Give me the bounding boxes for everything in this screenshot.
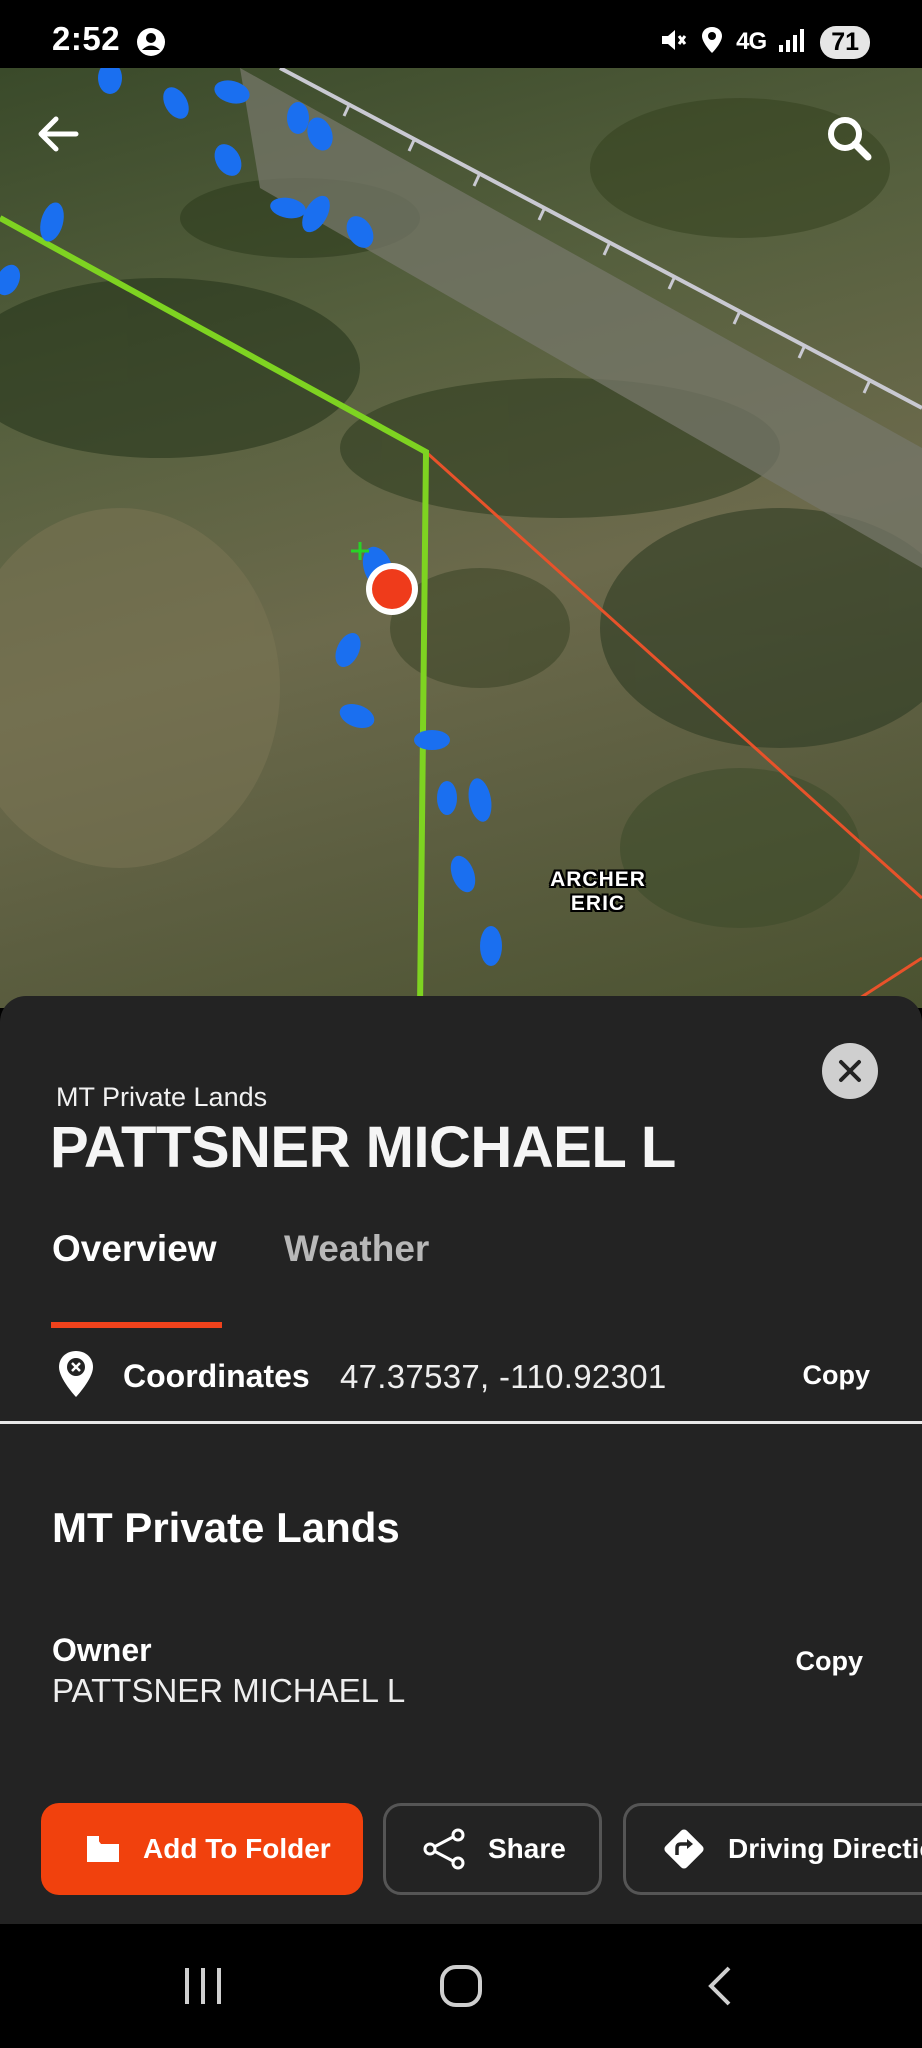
add-to-folder-button[interactable]: Add To Folder [41,1803,363,1895]
map-label-line-1: ARCHER [550,868,646,891]
back-nav-button[interactable] [680,1954,760,2018]
close-button[interactable] [822,1043,878,1099]
tab-weather[interactable]: Weather [284,1228,429,1270]
folder-icon [87,1836,119,1862]
share-label: Share [488,1833,566,1864]
parcel-details-sheet: MT Private Lands PATTSNER MICHAEL L Over… [0,996,922,1924]
owner-value: PATTSNER MICHAEL L [52,1672,406,1709]
location-icon [700,25,724,60]
map-label-line-2: ERIC [570,892,626,915]
coordinates-row: Coordinates 47.37537, -110.92301 Copy [0,1340,922,1418]
home-icon [440,1965,482,2007]
divider [0,1421,922,1424]
status-time: 2:52 [52,20,121,57]
parcel-layer-name: MT Private Lands [56,1082,268,1112]
search-button[interactable] [825,114,895,184]
coordinates-value: 47.37537, -110.92301 [340,1358,667,1395]
coordinates-label: Coordinates [123,1358,310,1394]
battery-indicator: 71 [820,25,870,59]
copy-coordinates-button[interactable]: Copy [803,1360,871,1391]
chevron-left-icon [708,1966,731,2006]
recent-apps-button[interactable] [163,1954,243,2018]
account-circle-icon [136,27,166,62]
driving-directions-label: Driving Directions [728,1833,922,1864]
tab-overview[interactable]: Overview [52,1228,217,1270]
section-title: MT Private Lands [52,1504,400,1551]
close-icon [839,1060,861,1082]
location-pin-icon [55,1348,97,1405]
arrow-left-icon [38,116,79,152]
back-button[interactable] [36,114,106,184]
network-type: 4G [736,28,767,55]
signal-icon [778,27,808,58]
navigation-bar [0,1924,922,2048]
home-button[interactable] [421,1954,501,2018]
mute-icon [658,25,688,60]
owner-label: Owner [52,1632,152,1668]
driving-directions-button[interactable]: Driving Directions [623,1803,922,1895]
share-button[interactable]: Share [383,1803,602,1895]
map-parcel-label: ARCHER ERIC [540,868,656,916]
map-view[interactable]: ARCHER ERIC [0,68,922,1008]
share-icon [423,1828,465,1870]
status-icons: 4G 71 [658,22,870,62]
copy-owner-button[interactable]: Copy [796,1646,864,1677]
map-overlay [0,68,922,1008]
tab-indicator [51,1322,222,1328]
parcel-owner-title: PATTSNER MICHAEL L [50,1115,676,1180]
directions-icon [664,1829,704,1869]
status-bar: 2:52 4G 71 [0,0,922,68]
search-icon [828,117,872,161]
action-buttons: Add To Folder Share Driving Directions [0,1803,922,1895]
add-to-folder-label: Add To Folder [143,1833,331,1864]
recent-apps-icon [185,1968,221,2004]
